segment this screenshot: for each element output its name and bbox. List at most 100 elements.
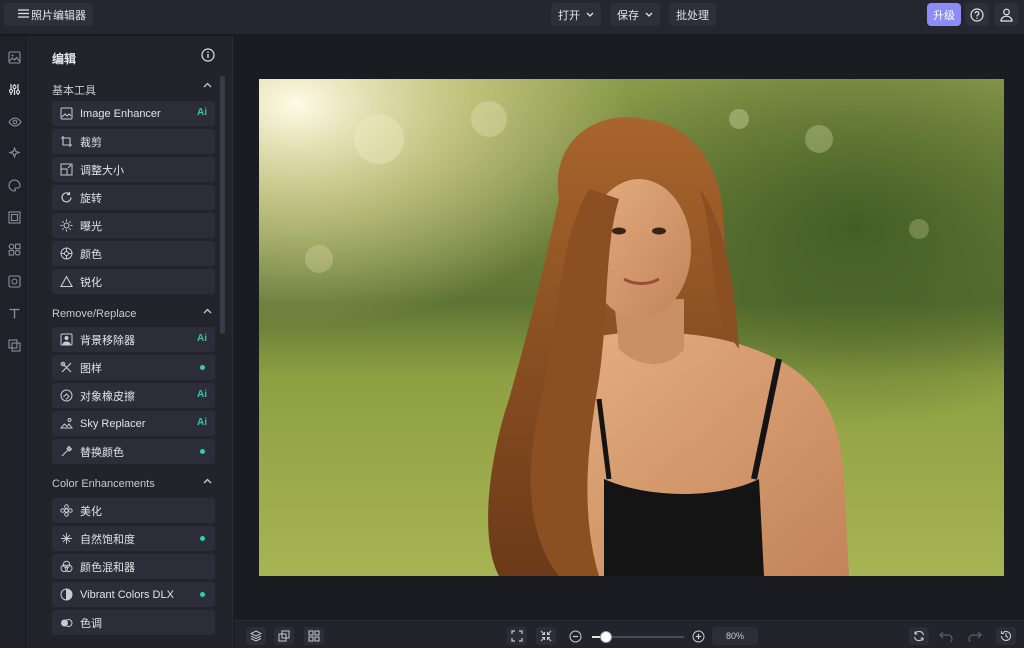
tools-icon [60, 361, 72, 373]
top-bar: 照片编辑器 打开 保存 批处理 升级 [0, 0, 1024, 35]
fit-screen-button[interactable] [507, 627, 527, 645]
tool-sky-replacer[interactable]: Sky Replacer Ai [52, 411, 215, 436]
tool-label: 美化 [80, 505, 102, 518]
chevron-up-icon [203, 478, 212, 484]
tool-label: Sky Replacer [80, 417, 146, 430]
chevron-down-icon [645, 12, 653, 17]
vibrant-icon [60, 588, 73, 601]
tool-color[interactable]: 颜色 [52, 241, 215, 266]
zoom-value[interactable]: 80% [712, 627, 758, 645]
zoom-thumb[interactable] [600, 631, 612, 643]
upgrade-label: 升级 [933, 9, 955, 22]
sun-icon [60, 219, 73, 232]
tool-vibrant-colors-dlx[interactable]: Vibrant Colors DLX [52, 582, 215, 607]
save-button[interactable]: 保存 [610, 3, 660, 26]
portrait-photo [259, 79, 1004, 576]
adjustments-icon[interactable] [7, 82, 22, 97]
help-icon [970, 7, 984, 22]
crop-icon [61, 136, 72, 147]
tool-label: 锐化 [80, 276, 102, 289]
edit-panel: 编辑 基本工具 Image Enhancer Ai 裁剪 调整大小 旋转 曝光 … [30, 36, 233, 648]
batch-button[interactable]: 批处理 [669, 3, 716, 26]
tool-crop[interactable]: 裁剪 [52, 129, 215, 154]
section-title: Color Enhancements [52, 478, 155, 490]
tool-resize[interactable]: 调整大小 [52, 157, 215, 182]
batch-label: 批处理 [676, 9, 709, 22]
new-dot [200, 365, 205, 370]
section-title: Remove/Replace [52, 308, 137, 320]
new-dot [200, 536, 205, 541]
canvas-area [234, 36, 1024, 620]
zoom-in-icon[interactable] [692, 630, 705, 646]
expand-icon [511, 630, 523, 642]
flower-icon [60, 504, 73, 517]
background-remove-icon [60, 333, 73, 346]
tool-exposure[interactable]: 曝光 [52, 213, 215, 238]
panel-scrollbar[interactable] [220, 76, 225, 334]
sparkle-icon[interactable] [7, 146, 22, 161]
tool-label: 调整大小 [80, 164, 124, 177]
panel-title: 编辑 [52, 52, 77, 66]
image-enhance-icon [60, 107, 73, 120]
menu-button[interactable]: 照片编辑器 [4, 3, 93, 26]
ai-badge: Ai [197, 389, 207, 400]
zoom-out-icon[interactable] [569, 630, 582, 646]
tool-replace-color[interactable]: 替换颜色 [52, 439, 215, 464]
save-label: 保存 [617, 9, 639, 22]
tool-label: 图样 [80, 362, 102, 375]
layers-button[interactable] [246, 627, 266, 645]
info-icon[interactable] [201, 48, 215, 65]
tool-label: 替换颜色 [80, 446, 124, 459]
reset-button[interactable] [909, 627, 929, 645]
chevron-down-icon [586, 12, 594, 17]
layers-overlay-icon[interactable] [7, 338, 22, 353]
redo-icon[interactable] [968, 630, 982, 645]
new-dot [200, 449, 205, 454]
tool-vibrance[interactable]: 自然饱和度 [52, 526, 215, 551]
section-title: 基本工具 [52, 85, 96, 97]
tool-category-rail [0, 36, 29, 648]
actual-size-button[interactable] [536, 627, 556, 645]
refresh-icon [913, 630, 925, 642]
undo-icon[interactable] [939, 630, 953, 645]
tool-label: 颜色 [80, 248, 102, 261]
history-icon [1000, 630, 1012, 641]
history-button[interactable] [996, 627, 1016, 645]
upgrade-button[interactable]: 升级 [927, 3, 961, 26]
user-icon [999, 8, 1013, 22]
image-icon[interactable] [7, 50, 22, 65]
frame-icon[interactable] [7, 210, 22, 225]
tool-pattern[interactable]: 图样 [52, 355, 215, 380]
bottom-bar: 80% [234, 620, 1024, 648]
section-header-basic-tools[interactable]: 基本工具 [52, 82, 212, 98]
photo-canvas[interactable] [259, 79, 1004, 576]
tool-rotate[interactable]: 旋转 [52, 185, 215, 210]
zoom-slider[interactable] [592, 630, 684, 644]
compare-button[interactable] [274, 627, 294, 645]
tool-tone[interactable]: 色调 [52, 610, 215, 635]
tool-color-mixer[interactable]: 颜色混和器 [52, 554, 215, 579]
tool-object-eraser[interactable]: 对象橡皮擦 Ai [52, 383, 215, 408]
elements-icon[interactable] [7, 242, 22, 257]
tool-label: 裁剪 [80, 136, 102, 149]
tool-label: 旋转 [80, 192, 102, 205]
section-header-remove-replace[interactable]: Remove/Replace [52, 308, 212, 320]
account-button[interactable] [994, 3, 1018, 26]
palette-icon[interactable] [7, 178, 22, 193]
resize-icon [60, 163, 73, 176]
sparkle-icon [61, 533, 72, 544]
tool-image-enhancer[interactable]: Image Enhancer Ai [52, 101, 215, 126]
eye-icon[interactable] [7, 114, 22, 129]
color-wheel-icon [60, 247, 73, 260]
tool-label: 颜色混和器 [80, 561, 135, 574]
tool-beautify[interactable]: 美化 [52, 498, 215, 523]
grid-button[interactable] [304, 627, 324, 645]
app-title: 照片编辑器 [31, 9, 86, 22]
tool-sharpen[interactable]: 锐化 [52, 269, 215, 294]
help-button[interactable] [965, 3, 989, 26]
open-button[interactable]: 打开 [551, 3, 601, 26]
texture-icon[interactable] [7, 274, 22, 289]
text-icon[interactable] [7, 306, 22, 321]
section-header-color-enhancements[interactable]: Color Enhancements [52, 478, 212, 490]
tool-background-remover[interactable]: 背景移除器 Ai [52, 327, 215, 352]
